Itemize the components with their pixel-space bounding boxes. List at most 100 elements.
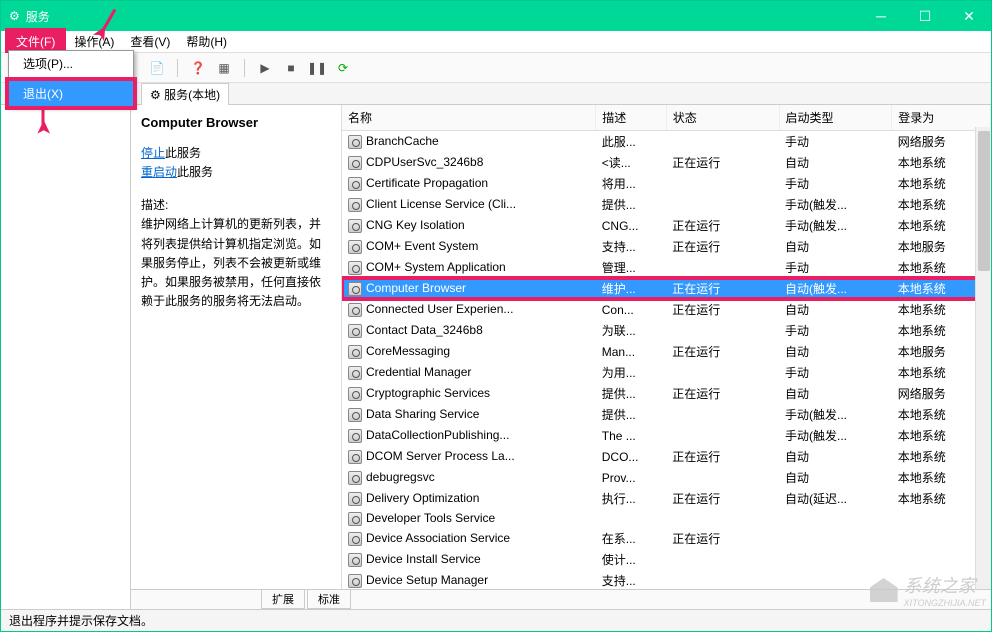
close-button[interactable]: ✕ [955, 8, 983, 25]
tab-services-local[interactable]: ⚙ 服务(本地) [141, 83, 229, 105]
svc-desc: 将用... [596, 173, 666, 194]
svc-status [666, 404, 779, 425]
table-row[interactable]: CDPUserSvc_3246b8<读...正在运行自动本地系统 [342, 152, 991, 173]
menu-exit[interactable]: 退出(X) [5, 77, 137, 110]
gear-icon [348, 261, 362, 275]
col-desc[interactable]: 描述 [596, 105, 666, 131]
menu-options[interactable]: 选项(P)... [9, 51, 133, 76]
svc-desc: 使计... [596, 549, 666, 570]
svc-name: CNG Key Isolation [366, 218, 465, 232]
svc-startup: 手动(触发... [779, 215, 892, 236]
pause-button[interactable]: ❚❚ [307, 58, 327, 78]
col-startup[interactable]: 启动类型 [779, 105, 892, 131]
table-row[interactable]: DataCollectionPublishing... The ... 手动(触发.… [342, 425, 991, 446]
svc-name: BranchCache [366, 134, 439, 148]
svc-status [666, 425, 779, 446]
table-row[interactable]: CoreMessagingMan...正在运行自动本地服务 [342, 341, 991, 362]
svc-status: 正在运行 [666, 341, 779, 362]
bottom-tabs: 扩展 标准 [131, 589, 991, 609]
svc-name: Contact Data_3246b8 [366, 323, 483, 337]
table-row[interactable]: Device Association Service在系...正在运行 [342, 528, 991, 549]
svc-startup: 手动 [779, 173, 892, 194]
svc-name: Credential Manager [366, 365, 471, 379]
scrollbar-thumb[interactable] [978, 131, 990, 271]
svc-desc: 为联... [596, 320, 666, 341]
table-row[interactable]: BranchCache此服...手动网络服务 [342, 131, 991, 153]
table-row[interactable]: debugregsvcProv...自动本地系统 [342, 467, 991, 488]
file-dropdown: 选项(P)... 退出(X) [8, 50, 134, 107]
menu-action[interactable]: 操作(A) [66, 31, 122, 52]
table-row[interactable]: Device Setup Manager支持... [342, 570, 991, 589]
gear-icon [348, 324, 362, 338]
svc-startup: 手动(触发... [779, 425, 892, 446]
table-row[interactable]: Connected User Experien...Con...正在运行自动本地… [342, 299, 991, 320]
svc-startup: 手动 [779, 362, 892, 383]
svc-desc: 管理... [596, 257, 666, 278]
table-row[interactable]: DCOM Server Process La...DCO...正在运行自动本地系… [342, 446, 991, 467]
help-button[interactable]: ❓ [188, 58, 208, 78]
titlebar: ⚙ 服务 ─ ☐ ✕ [1, 1, 991, 31]
table-row[interactable]: COM+ System Application管理...手动本地系统 [342, 257, 991, 278]
table-row[interactable]: Client License Service (Cli...提供...手动(触发… [342, 194, 991, 215]
grid-button[interactable]: ▦ [214, 58, 234, 78]
svc-name: COM+ Event System [366, 239, 478, 253]
table-row[interactable]: Credential Manager为用...手动本地系统 [342, 362, 991, 383]
table-row[interactable]: COM+ Event System支持...正在运行自动本地服务 [342, 236, 991, 257]
svc-status [666, 509, 779, 528]
service-list[interactable]: 名称 描述 状态 启动类型 登录为 BranchCache此服...手动网络服务… [341, 105, 991, 589]
play-button[interactable]: ▶ [255, 58, 275, 78]
menu-view[interactable]: 查看(V) [122, 31, 178, 52]
gear-icon [348, 240, 362, 254]
scrollbar[interactable] [975, 127, 991, 589]
gear-icon [348, 219, 362, 233]
svc-status: 正在运行 [666, 215, 779, 236]
table-row[interactable]: Data Sharing Service提供...手动(触发...本地系统 [342, 404, 991, 425]
minimize-button[interactable]: ─ [867, 8, 895, 25]
table-row[interactable]: Certificate Propagation将用...手动本地系统 [342, 173, 991, 194]
table-row[interactable]: Developer Tools Service [342, 509, 991, 528]
svc-name: DataCollectionPublishing... [366, 428, 509, 442]
svc-name: Developer Tools Service [366, 511, 495, 525]
svc-startup: 手动 [779, 257, 892, 278]
svc-desc: CNG... [596, 215, 666, 236]
table-row[interactable]: Cryptographic Services提供...正在运行自动网络服务 [342, 383, 991, 404]
table-row[interactable]: CNG Key IsolationCNG...正在运行手动(触发...本地系统 [342, 215, 991, 236]
menu-help[interactable]: 帮助(H) [178, 31, 235, 52]
stop-link[interactable]: 停止 [141, 146, 165, 160]
table-row[interactable]: Contact Data_3246b8为联...手动本地系统 [342, 320, 991, 341]
svc-status [666, 173, 779, 194]
svc-desc: 维护... [596, 278, 666, 299]
svc-name: CDPUserSvc_3246b8 [366, 155, 483, 169]
gear-icon [348, 553, 362, 567]
tab-extended[interactable]: 扩展 [261, 590, 305, 609]
svc-startup: 自动(触发... [779, 278, 892, 299]
svc-startup: 自动 [779, 383, 892, 404]
svc-startup [779, 528, 892, 549]
export-button[interactable]: 📄 [147, 58, 167, 78]
gear-icon [348, 198, 362, 212]
detail-title: Computer Browser [141, 113, 331, 134]
svc-desc: 执行... [596, 488, 666, 509]
svc-startup: 自动(延迟... [779, 488, 892, 509]
svc-status [666, 549, 779, 570]
svc-startup [779, 570, 892, 589]
svc-name: Cryptographic Services [366, 386, 490, 400]
col-status[interactable]: 状态 [666, 105, 779, 131]
restart-button[interactable]: ⟳ [333, 58, 353, 78]
table-row[interactable]: Computer Browser维护...正在运行自动(触发...本地系统 [342, 278, 991, 299]
restart-link[interactable]: 重启动 [141, 165, 177, 179]
tree-panel [1, 105, 131, 609]
svc-status [666, 131, 779, 153]
svc-startup: 自动 [779, 341, 892, 362]
svc-name: Delivery Optimization [366, 491, 479, 505]
tab-standard[interactable]: 标准 [307, 590, 351, 609]
svc-desc: 在系... [596, 528, 666, 549]
table-row[interactable]: Device Install Service使计... [342, 549, 991, 570]
svc-desc: The ... [596, 425, 666, 446]
stop-button[interactable]: ■ [281, 58, 301, 78]
col-name[interactable]: 名称 [342, 105, 596, 131]
menubar: 文件(F) 操作(A) 查看(V) 帮助(H) [1, 31, 991, 53]
svc-desc: 为用... [596, 362, 666, 383]
table-row[interactable]: Delivery Optimization执行...正在运行自动(延迟...本地… [342, 488, 991, 509]
maximize-button[interactable]: ☐ [911, 8, 939, 25]
